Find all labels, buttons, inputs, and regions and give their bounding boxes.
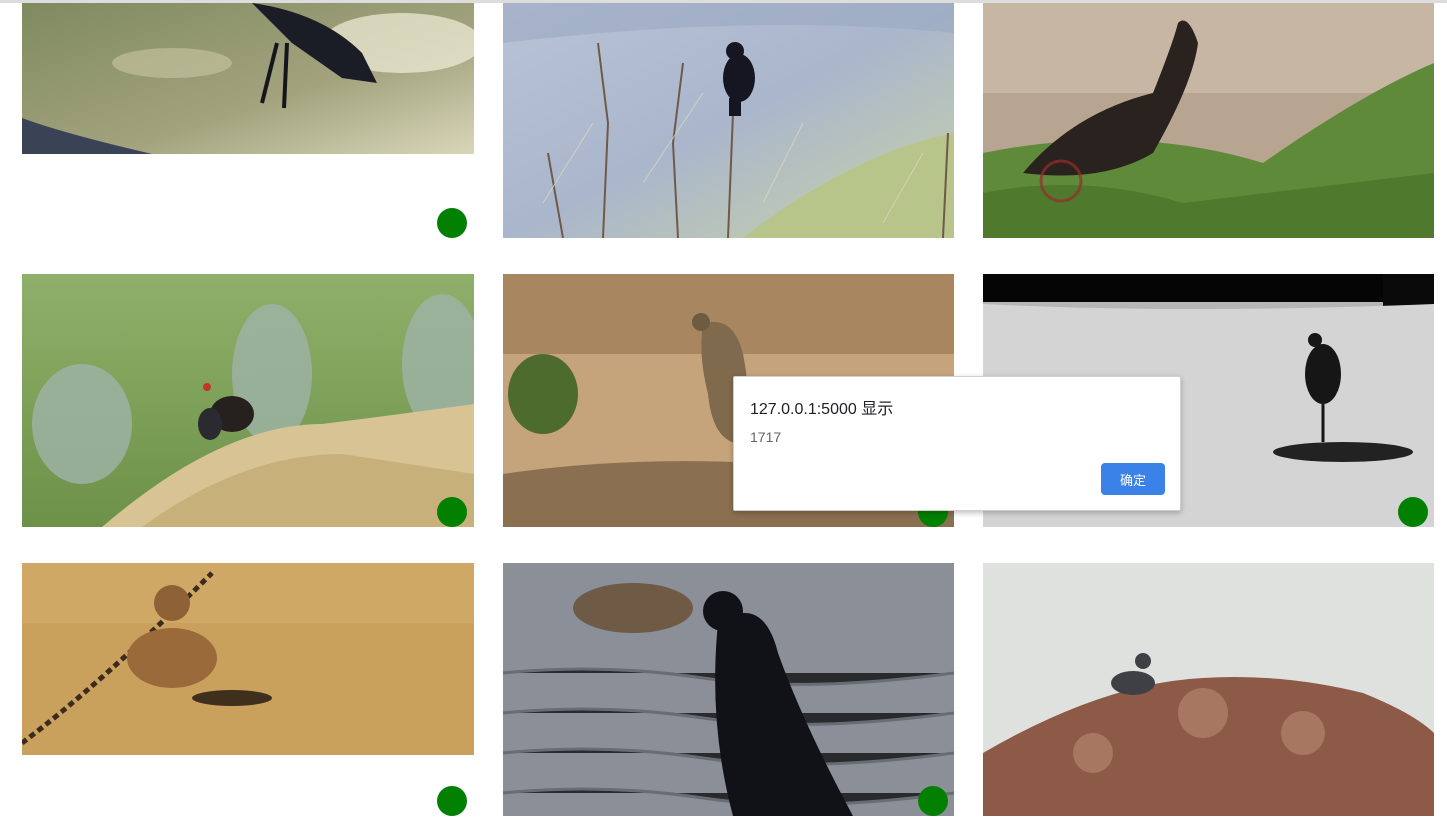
status-dot-green[interactable] [918,786,948,816]
bird-photo[interactable] [22,3,474,154]
alert-dialog: 127.0.0.1:5000 显示 1717 确定 [733,376,1181,511]
status-dot-green[interactable] [437,786,467,816]
bird-photo[interactable] [983,563,1434,816]
status-dot-green[interactable] [1398,497,1428,527]
ok-button[interactable]: 确定 [1101,463,1165,495]
status-dot-green[interactable] [437,497,467,527]
bird-photo[interactable] [983,3,1434,238]
bird-photo[interactable] [22,274,474,527]
bird-photo[interactable] [503,3,954,238]
dialog-title: 127.0.0.1:5000 显示 [750,401,894,418]
dialog-message: 1717 [750,429,782,445]
status-dot-green[interactable] [437,208,467,238]
bird-photo[interactable] [22,563,474,755]
bird-photo[interactable] [503,563,954,816]
